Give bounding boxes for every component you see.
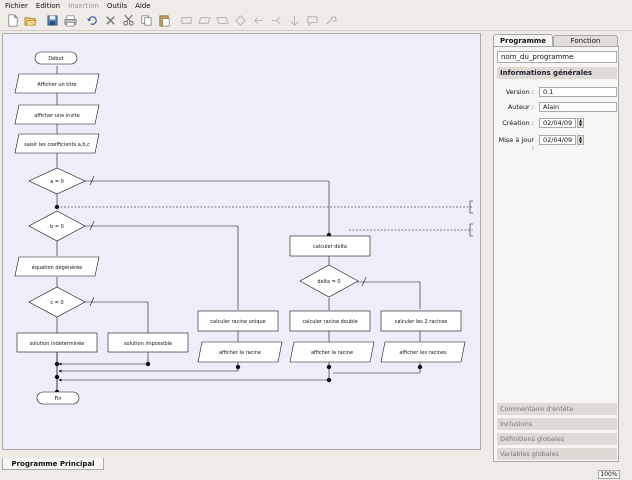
- section-global-variables[interactable]: Variables globales: [497, 448, 617, 460]
- program-name-field[interactable]: nom_du_programme: [497, 51, 617, 63]
- menu-edition[interactable]: Edition: [34, 2, 62, 10]
- cond-a-label: a = 0: [50, 179, 64, 185]
- title-label: Afficher un titre: [37, 82, 76, 88]
- coefficients-label: saisir les coefficients a,b,c: [24, 142, 90, 148]
- updated-date-field[interactable]: 02/04/09: [539, 135, 576, 145]
- cond-b-label: b = 0: [50, 224, 64, 230]
- menu-bar: Fichier Edition Insertion Outils Aide: [0, 0, 632, 11]
- start-label: Début: [48, 55, 63, 62]
- menu-insertion: Insertion: [68, 1, 99, 10]
- section-global-definitions[interactable]: Définitions globales: [497, 433, 617, 445]
- created-date-field[interactable]: 02/04/09: [539, 118, 576, 128]
- show-root-1-label: afficher la racine: [219, 350, 261, 356]
- flowchart-canvas[interactable]: Début Afficher un titre afficher une inv…: [2, 33, 481, 450]
- menu-fichier[interactable]: Fichier: [3, 2, 30, 10]
- impossible-label: solution impossible: [124, 341, 172, 347]
- indeterminate-label: solution indéterminée: [30, 340, 85, 347]
- cut-icon[interactable]: [119, 12, 137, 30]
- tab-programme[interactable]: Programme: [493, 34, 553, 46]
- menu-aide[interactable]: Aide: [133, 2, 152, 10]
- save-icon[interactable]: [43, 12, 61, 30]
- print-icon[interactable]: [61, 12, 79, 30]
- insert-comment-icon[interactable]: [303, 12, 321, 30]
- open-folder-icon[interactable]: [21, 12, 39, 30]
- flowchart-diagram: Début Afficher un titre afficher une inv…: [14, 51, 473, 405]
- section-inclusions[interactable]: Inclusions: [497, 418, 617, 430]
- properties-body: nom_du_programme Informations générales …: [493, 46, 619, 462]
- insert-action-icon[interactable]: [177, 12, 195, 30]
- insert-loop-icon[interactable]: [249, 12, 267, 30]
- insert-end-icon[interactable]: [285, 12, 303, 30]
- paste-icon[interactable]: [155, 12, 173, 30]
- tools-icon[interactable]: [321, 12, 339, 30]
- new-document-icon[interactable]: [3, 12, 21, 30]
- insert-input-icon[interactable]: [195, 12, 213, 30]
- insert-condition-icon[interactable]: [231, 12, 249, 30]
- copy-icon[interactable]: [137, 12, 155, 30]
- properties-panel: Programme Fonction nom_du_programme Info…: [490, 34, 622, 462]
- insert-branch-icon[interactable]: [267, 12, 285, 30]
- tab-fonction[interactable]: Fonction: [553, 35, 618, 46]
- show-roots-label: afficher les racines: [399, 350, 447, 356]
- delete-icon[interactable]: [101, 12, 119, 30]
- general-info-header[interactable]: Informations générales: [497, 67, 617, 79]
- two-roots-label: calculer les 2 racines: [395, 319, 448, 325]
- properties-tabs: Programme Fonction: [490, 34, 622, 46]
- undo-icon[interactable]: [83, 12, 101, 30]
- menu-outils[interactable]: Outils: [105, 2, 129, 10]
- created-spin-icon[interactable]: ▲ ▼: [577, 118, 584, 128]
- author-label: Auteur :: [507, 103, 534, 111]
- app-window: Fichier Edition Insertion Outils Aide Dé…: [0, 0, 632, 480]
- section-header-comment[interactable]: Commentaire d'entête: [497, 403, 617, 415]
- show-root-2-label: afficher la racine: [311, 350, 353, 356]
- insert-output-icon[interactable]: [213, 12, 231, 30]
- updated-spin-icon[interactable]: ▲ ▼: [577, 135, 584, 145]
- zoom-level: 100%: [598, 470, 620, 479]
- toolbar: [0, 11, 632, 31]
- end-label: Fin: [54, 396, 61, 402]
- created-label: Création :: [502, 119, 534, 127]
- prompt-label: afficher une invite: [34, 113, 79, 119]
- degenerate-label: équation dégénérée: [32, 264, 83, 271]
- version-field[interactable]: 0.1: [539, 87, 617, 97]
- version-label: Version :: [505, 88, 534, 96]
- single-root-label: calculer racine unique: [210, 319, 265, 325]
- updated-label: Mise à jour :: [498, 136, 535, 152]
- cond-delta-label: delta = 0: [317, 279, 340, 285]
- double-root-label: calculer racine double: [302, 319, 357, 325]
- tab-programme-principal[interactable]: Programme Principal: [2, 458, 104, 470]
- author-field[interactable]: Alain: [539, 102, 617, 112]
- status-bar: 100%: [0, 470, 632, 480]
- delta-label: calculer delta: [313, 244, 347, 250]
- cond-c-label: c = 0: [50, 300, 63, 306]
